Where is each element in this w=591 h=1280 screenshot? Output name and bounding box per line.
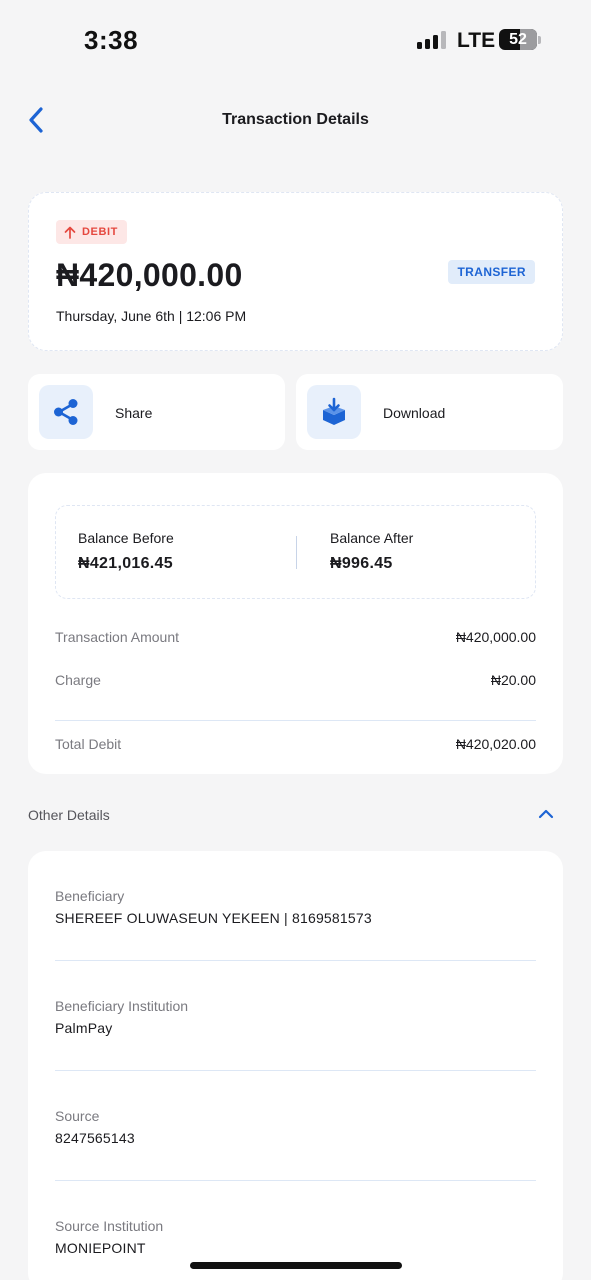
battery-icon: 52 xyxy=(499,29,537,50)
balance-divider xyxy=(296,536,297,569)
arrow-up-icon xyxy=(64,226,76,239)
other-details-card: Beneficiary SHEREEF OLUWASEUN YEKEEN | 8… xyxy=(28,851,563,1280)
detail-label: Beneficiary Institution xyxy=(55,998,189,1014)
detail-beneficiary: Beneficiary SHEREEF OLUWASEUN YEKEEN | 8… xyxy=(55,888,536,926)
other-details-header[interactable]: Other Details xyxy=(28,799,563,829)
balance-after-label: Balance After xyxy=(330,530,414,546)
balance-before: Balance Before ₦421,016.45 xyxy=(78,530,174,573)
balance-before-label: Balance Before xyxy=(78,530,174,546)
balance-after-value: ₦996.45 xyxy=(330,555,393,572)
detail-beneficiary-institution: Beneficiary Institution PalmPay xyxy=(55,998,536,1036)
debit-label: DEBIT xyxy=(82,226,118,238)
row-value: ₦420,000.00 xyxy=(455,629,536,645)
page-title: Transaction Details xyxy=(222,111,369,128)
detail-source-institution: Source Institution MONIEPOINT xyxy=(55,1218,536,1256)
balance-before-value: ₦421,016.45 xyxy=(78,555,173,572)
detail-value: MONIEPOINT xyxy=(55,1240,146,1256)
balance-after: Balance After ₦996.45 xyxy=(330,530,413,573)
share-label: Share xyxy=(115,405,153,421)
debit-badge: DEBIT xyxy=(56,220,127,244)
status-bar: 3:38 LTE 52 xyxy=(0,0,591,80)
collapse-button[interactable] xyxy=(535,803,557,825)
detail-value: 8247565143 xyxy=(55,1130,135,1146)
transaction-amount: ₦420,000.00 xyxy=(56,257,243,293)
share-button[interactable]: Share xyxy=(28,374,285,450)
network-type: LTE xyxy=(457,29,496,52)
other-details-title: Other Details xyxy=(28,807,110,823)
row-label: Charge xyxy=(55,672,101,688)
download-button[interactable]: Download xyxy=(296,374,563,450)
divider xyxy=(55,1180,536,1181)
row-label: Total Debit xyxy=(55,736,122,752)
balance-box: Balance Before ₦421,016.45 Balance After… xyxy=(55,505,536,599)
nav-header: Transaction Details xyxy=(0,95,591,145)
transaction-summary-card: DEBIT ₦420,000.00 TRANSFER Thursday, Jun… xyxy=(28,192,563,351)
row-label: Transaction Amount xyxy=(55,629,179,645)
home-indicator[interactable] xyxy=(190,1262,402,1269)
row-value: ₦420,020.00 xyxy=(455,736,536,752)
balance-card: Balance Before ₦421,016.45 Balance After… xyxy=(28,473,563,774)
chevron-up-icon xyxy=(538,809,554,819)
divider xyxy=(55,1070,536,1071)
status-time: 3:38 xyxy=(84,25,139,55)
share-icon xyxy=(54,399,78,425)
download-label: Download xyxy=(383,405,446,421)
cellular-signal-icon xyxy=(417,31,446,49)
row-value: ₦20.00 xyxy=(490,672,536,688)
detail-label: Source xyxy=(55,1108,100,1124)
transaction-datetime: Thursday, June 6th | 12:06 PM xyxy=(56,308,247,324)
detail-label: Source Institution xyxy=(55,1218,164,1234)
detail-label: Beneficiary xyxy=(55,888,125,904)
detail-value: SHEREEF OLUWASEUN YEKEEN | 8169581573 xyxy=(55,910,372,926)
detail-source: Source 8247565143 xyxy=(55,1108,536,1146)
divider xyxy=(55,720,536,721)
transaction-type-badge: TRANSFER xyxy=(448,260,535,284)
divider xyxy=(55,960,536,961)
battery-level: 52 xyxy=(509,31,527,48)
detail-value: PalmPay xyxy=(55,1020,113,1036)
download-icon xyxy=(323,397,345,425)
